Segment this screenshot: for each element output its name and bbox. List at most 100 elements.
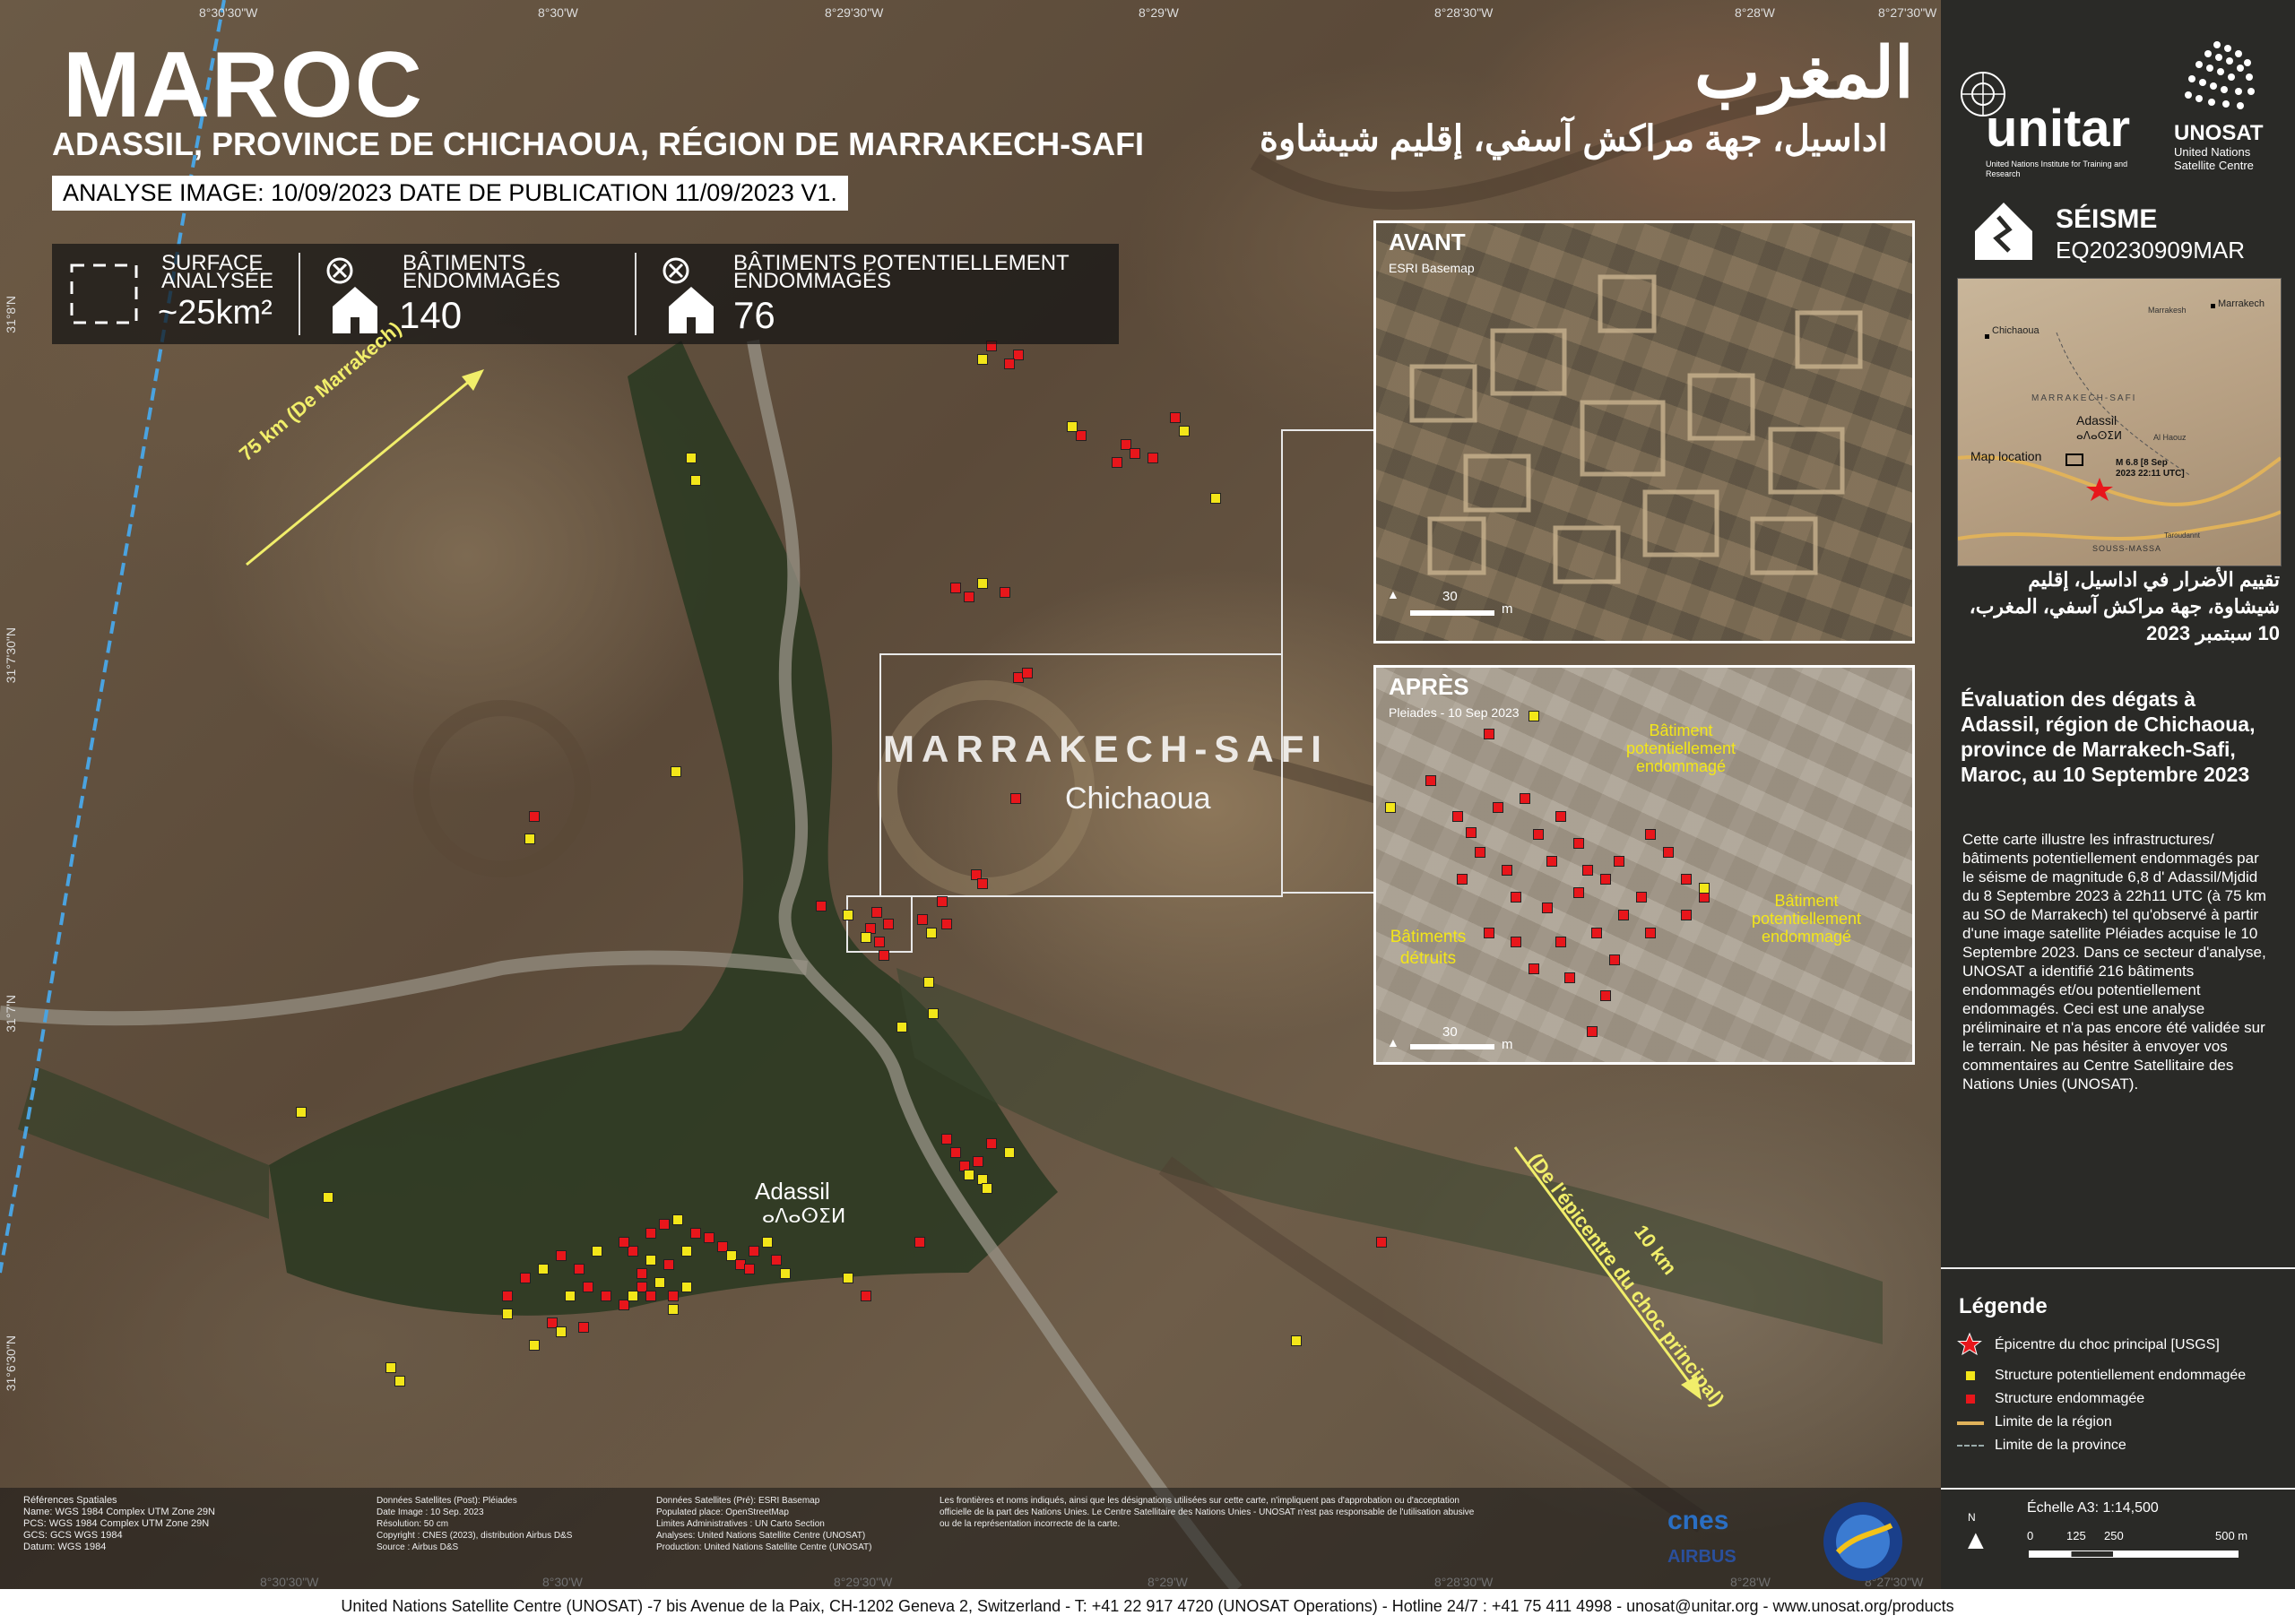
damaged-structure-marker — [601, 1291, 611, 1301]
potential-damage-marker — [926, 928, 937, 938]
stats-divider — [299, 253, 300, 335]
damaged-structure-marker — [1582, 865, 1593, 876]
damaged-structure-marker — [1466, 827, 1477, 838]
damaged-structure-marker — [1484, 928, 1494, 938]
before-inset[interactable]: AVANT ESRI Basemap ▲ 30 m — [1373, 220, 1915, 644]
coord-top-5: 8°28'30"W — [1434, 5, 1494, 20]
damaged-structure-marker — [977, 878, 988, 889]
potential-label: BÂTIMENTS POTENTIELLEMENT ENDOMMAGÉS — [733, 251, 1070, 293]
sidebar-title: Évaluation des dégats à Adassil, région … — [1961, 687, 2256, 786]
airbus-logo: AIRBUS — [1667, 1547, 1736, 1567]
potential-damage-marker — [394, 1376, 405, 1386]
legend-damaged-swatch — [1966, 1395, 1975, 1404]
damaged-structure-marker — [744, 1264, 755, 1274]
potential-damage-marker — [923, 977, 934, 988]
surface-value: ~25km² — [158, 294, 273, 332]
stat-damaged: BÂTIMENTS ENDOMMAGÉS 140 — [307, 244, 675, 344]
damaged-structure-marker — [1520, 793, 1530, 804]
scale-bar — [2029, 1551, 2239, 1558]
loc-region: MARRAKECH-SAFI — [2031, 393, 2137, 403]
damaged-structure-marker — [937, 896, 948, 907]
scale-unit: m — [1502, 601, 1513, 617]
damaged-structure-marker — [520, 1273, 531, 1283]
potential-damage-marker — [1210, 493, 1221, 504]
damaged-structure-marker — [1511, 937, 1521, 947]
unosat-logo-icon — [2185, 41, 2255, 109]
damaged-structure-marker — [1591, 928, 1602, 938]
before-source: ESRI Basemap — [1389, 261, 1475, 275]
damaged-structure-marker — [574, 1264, 585, 1274]
legend-province: Limite de la province — [1995, 1438, 2126, 1453]
sidebar-description: Cette carte illustre les infrastructures… — [1962, 831, 2266, 1093]
damaged-structure-marker — [1493, 802, 1503, 813]
damaged-building-icon — [326, 257, 377, 333]
scale-tick-500: 500 m — [2215, 1529, 2248, 1542]
potential-damage-marker — [1179, 426, 1190, 436]
damaged-structure-marker — [914, 1237, 925, 1248]
coord-left-4: 31°6'30"N — [4, 1335, 18, 1392]
damaged-structure-marker — [1010, 793, 1021, 804]
satellite-map[interactable]: 8°30'30"W 8°30'W 8°29'30"W 8°29'W 8°28'3… — [0, 0, 1941, 1589]
damaged-structure-marker — [950, 583, 961, 593]
potential-damage-marker — [502, 1309, 513, 1319]
legend-region: Limite de la région — [1995, 1414, 2112, 1430]
stats-panel: SURFACE ANALYSÉE ~25km² BÂTIMENTS ENDOMM… — [52, 244, 1119, 344]
damaged-value: 140 — [399, 294, 463, 336]
damaged-structure-marker — [556, 1250, 567, 1261]
potential-damage-marker — [1004, 1147, 1015, 1158]
coord-top-6: 8°28'W — [1735, 5, 1775, 20]
damaged-structure-marker — [1000, 587, 1010, 598]
map-subtitle: ADASSIL, PROVINCE DE CHICHAOUA, RÉGION D… — [52, 125, 1145, 162]
damaged-structure-marker — [704, 1232, 714, 1243]
damaged-structure-marker — [1564, 972, 1575, 983]
damaged-structure-marker — [690, 1228, 701, 1239]
map-title: MAROC — [63, 33, 424, 137]
potential-damage-marker — [977, 354, 988, 365]
damaged-structure-marker — [1425, 775, 1436, 786]
damaged-structure-marker — [619, 1237, 629, 1248]
loc-marrakesh-label: Marrakesh — [2148, 306, 2187, 315]
loc-marrakech: Marrakech — [2218, 298, 2265, 309]
scale-bar — [1410, 1044, 1494, 1050]
after-inset[interactable]: APRÈS Pleiades - 10 Sep 2023 Bâtiment po… — [1373, 665, 1915, 1065]
metadata-satellite-post: Données Satellites (Post): Pléiades Date … — [377, 1496, 573, 1552]
damaged-structure-marker — [663, 1259, 674, 1270]
unosat-logo: UNOSAT — [2174, 121, 2264, 145]
location-map[interactable]: Chichaoua Marrakech Marrakesh MARRAKECH-… — [1957, 278, 2282, 566]
annotation-potential-2: Bâtiment potentiellement endommagé — [1751, 892, 1862, 946]
damaged-structure-marker — [1663, 847, 1674, 858]
unitar-logo: unitar — [1986, 99, 2131, 158]
stat-potential: BÂTIMENTS POTENTIELLEMENT ENDOMMAGÉS 76 — [644, 244, 1119, 344]
damaged-structure-marker — [1457, 874, 1468, 885]
loc-adassil-tifinagh: ⴰⴷⴰⵙⵉⵍ — [2076, 429, 2122, 442]
sidebar-title-arabic: تقييم الأضرار في اداسيل، إقليم شيشاوة، ج… — [1969, 568, 2280, 644]
potential-damage-marker — [323, 1192, 333, 1203]
potential-damage-marker — [1529, 711, 1539, 721]
potential-damage-marker — [1067, 421, 1078, 432]
potential-damage-marker — [592, 1246, 602, 1257]
damaged-structure-marker — [1645, 928, 1656, 938]
north-label: N — [1968, 1511, 1976, 1524]
scale-unit: m — [1502, 1037, 1513, 1052]
potential-damage-marker — [1385, 802, 1396, 813]
potential-damage-marker — [928, 1008, 939, 1019]
damaged-structure-marker — [1502, 865, 1512, 876]
potential-damage-marker — [1291, 1335, 1302, 1346]
north-arrow-icon: ▲ — [1387, 587, 1399, 601]
cnes-logo: cnes — [1667, 1506, 1729, 1535]
legend-potential-swatch — [1966, 1371, 1975, 1380]
map-subtitle-arabic: اداسيل، جهة مراكش آسفي، إقليم شيشاوة — [1260, 119, 1888, 159]
damaged-structure-marker — [1533, 829, 1544, 840]
scale-value: 30 — [1442, 1024, 1458, 1040]
potential-damage-marker — [861, 932, 871, 943]
potential-damage-marker — [385, 1362, 396, 1373]
annotation-potential-1: Bâtiment potentiellement endommagé — [1625, 721, 1736, 775]
potential-damage-marker — [681, 1246, 692, 1257]
damaged-structure-marker — [816, 901, 827, 911]
loc-adassil: Adassil — [2076, 413, 2117, 428]
damaged-structure-marker — [637, 1268, 647, 1279]
coord-top-3: 8°29'30"W — [825, 5, 884, 20]
after-label: APRÈS — [1389, 673, 1469, 700]
divider — [1941, 1488, 2295, 1490]
footer: United Nations Satellite Centre (UNOSAT)… — [0, 1589, 2295, 1624]
